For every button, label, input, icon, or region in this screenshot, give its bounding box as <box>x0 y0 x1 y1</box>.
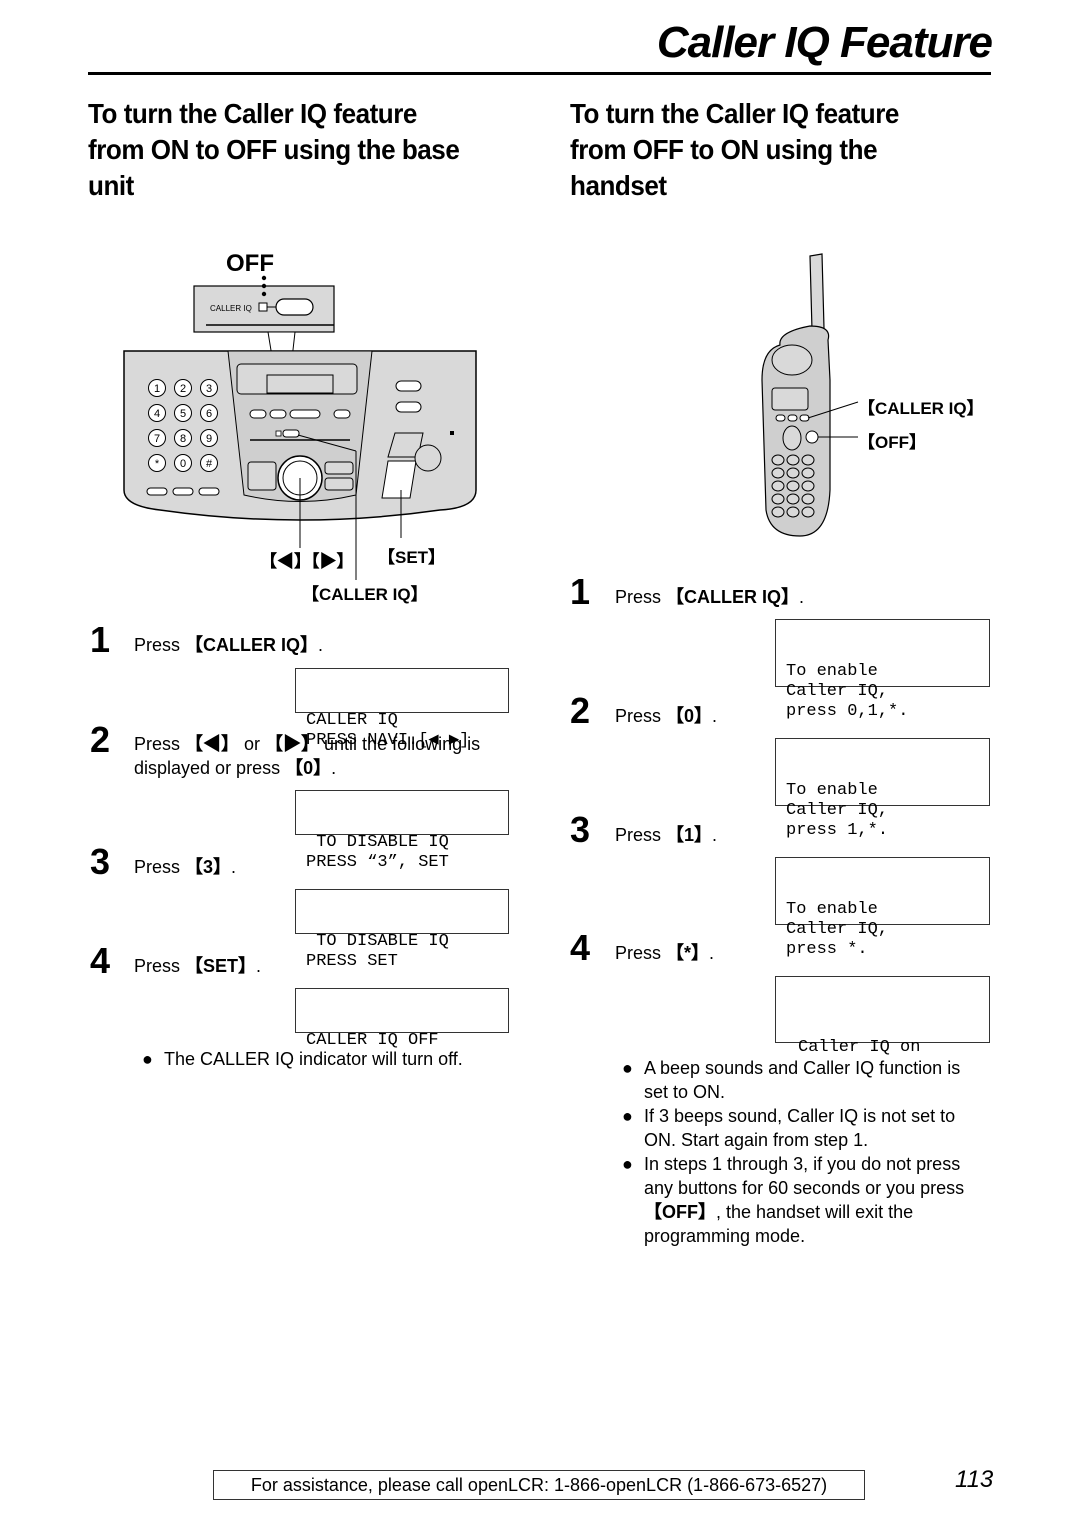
step-number: 3 <box>570 809 591 850</box>
keypad-key-label: 3 <box>206 383 212 395</box>
keypad-key-label: 6 <box>206 408 212 420</box>
heading-line: unit <box>88 170 134 201</box>
caller-iq-button <box>282 429 300 438</box>
off-label: OFF <box>226 250 274 277</box>
note-bullet: ● If 3 beeps sound, Caller IQ is not set… <box>622 1106 956 1150</box>
handset-off-button <box>805 430 819 444</box>
keypad-key-label: 0 <box>180 458 186 470</box>
heading-line: from ON to OFF using the base <box>88 134 460 165</box>
note-bullet: ● The CALLER IQ indicator will turn off. <box>142 1049 463 1069</box>
step-instruction: Press 【◀】 or 【▶】 until the following is … <box>134 734 481 778</box>
handset-display: To enable Caller IQ, press *. <box>775 857 990 959</box>
note-bullet: ● A beep sounds and Caller IQ function i… <box>622 1058 961 1102</box>
heading-line: To turn the Caller IQ feature <box>88 98 417 129</box>
step-number: 4 <box>570 927 591 968</box>
step-instruction: Press 【CALLER IQ】. <box>134 635 324 655</box>
handset-key <box>801 454 815 466</box>
handset-key <box>771 493 785 505</box>
title-rule <box>88 72 991 75</box>
handset-diagram: 【CALLER IQ】 【OFF】 <box>750 240 1000 550</box>
step-number: 2 <box>570 690 591 731</box>
left-section-heading: To turn the Caller IQ feature from ON to… <box>88 96 460 204</box>
step-number: 1 <box>570 571 591 612</box>
keypad-key-label: * <box>155 458 160 470</box>
caller-iq-key-label: 【CALLER IQ】 <box>302 585 428 604</box>
set-button <box>381 460 417 499</box>
handset-key <box>801 480 815 492</box>
step-number: 4 <box>90 940 111 981</box>
step-instruction: Press 【CALLER IQ】. <box>615 587 805 607</box>
step-number: 3 <box>90 841 111 882</box>
keypad-key-label: 4 <box>154 408 160 420</box>
step-instruction: Press 【*】. <box>615 943 715 963</box>
lcd-display: CALLER IQ OFF <box>295 988 509 1050</box>
set-key-label: 【SET】 <box>378 548 446 567</box>
keypad-key-label: 5 <box>180 408 186 420</box>
lcd-display: TO DISABLE IQ PRESS “3”, SET <box>295 790 509 872</box>
handset-key <box>771 467 785 479</box>
step-instruction: Press 【0】. <box>615 706 718 726</box>
handset-key <box>771 454 785 466</box>
handset-key <box>801 493 815 505</box>
handset-key <box>786 480 800 492</box>
page-title: Caller IQ Feature <box>656 18 993 67</box>
keypad-key-label: 2 <box>180 383 186 395</box>
handset-key <box>801 467 815 479</box>
right-section-heading: To turn the Caller IQ feature from OFF t… <box>570 96 899 204</box>
handset-key <box>786 467 800 479</box>
handset-display: To enable Caller IQ, press 1,*. <box>775 738 990 840</box>
caller-iq-panel-label: CALLER IQ <box>210 304 252 313</box>
handset-off-label: 【OFF】 <box>858 433 926 452</box>
step-instruction: Press 【1】. <box>615 825 718 845</box>
lcd-display: TO DISABLE IQ PRESS SET <box>295 889 509 971</box>
handset-display: To enable Caller IQ, press 0,1,*. <box>775 619 990 721</box>
heading-line: handset <box>570 170 667 201</box>
handset-key <box>786 506 800 518</box>
keypad-key-label: 9 <box>206 433 212 445</box>
step-instruction: Press 【SET】. <box>134 956 262 976</box>
keypad-key-label: # <box>206 458 213 470</box>
page-number: 113 <box>955 1466 994 1493</box>
handset-display: Caller IQ on <box>775 976 990 1057</box>
handset-key <box>786 493 800 505</box>
heading-line: from OFF to ON using the <box>570 134 878 165</box>
keypad-key-label: 1 <box>154 383 160 395</box>
handset-caller-iq-label: 【CALLER IQ】 <box>858 399 984 418</box>
heading-line: To turn the Caller IQ feature <box>570 98 899 129</box>
handset-key <box>771 480 785 492</box>
note-bullet: ● In steps 1 through 3, if you do not pr… <box>622 1154 965 1246</box>
caller-iq-button-inset <box>275 298 314 316</box>
base-unit-diagram: 1 2 3 4 5 6 7 8 9 * 0 # OFF CALLER IQ 【◀】【▶】 【SET】 … <box>120 240 500 610</box>
antenna <box>809 253 825 331</box>
handset-key <box>801 506 815 518</box>
step-instruction: Press 【3】. <box>134 857 237 877</box>
assistance-footer: For assistance, please call openLCR: 1-8… <box>213 1470 865 1500</box>
step-number: 2 <box>90 719 111 760</box>
lcd-display: CALLER IQ PRESS NAVI.[◀ ▶] <box>295 668 509 750</box>
keypad-key-label: 8 <box>180 433 186 445</box>
keypad-key-label: 7 <box>154 433 160 445</box>
handset-caller-iq-button <box>799 414 810 422</box>
step-number: 1 <box>90 619 111 660</box>
handset-key <box>786 454 800 466</box>
handset-key <box>771 506 785 518</box>
navi-keys-label: 【◀】【▶】 <box>260 552 354 571</box>
